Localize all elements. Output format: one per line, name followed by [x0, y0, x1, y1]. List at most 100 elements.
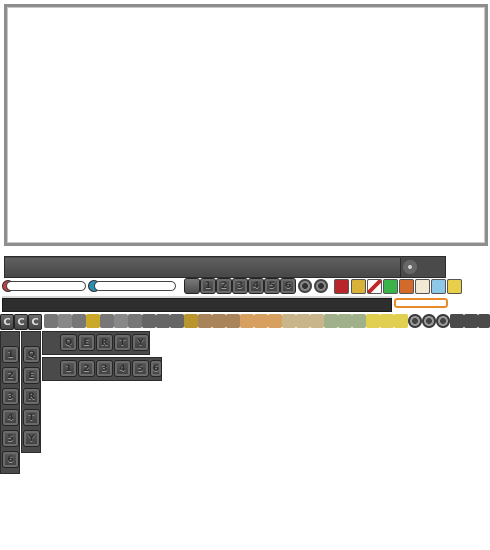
map-icon[interactable] [431, 279, 446, 294]
key-y[interactable]: Y [132, 334, 149, 351]
orange-gauge [394, 298, 448, 308]
c-button[interactable]: C [0, 314, 14, 330]
side-key-3[interactable]: 3 [2, 388, 19, 405]
toolbar-slot[interactable] [310, 258, 325, 277]
hotbar-number-row: 1 2 3 4 5 6 [184, 278, 330, 296]
toolbar-slot[interactable] [90, 258, 108, 277]
key-e[interactable]: E [78, 334, 95, 351]
hotbar-key-6[interactable]: 6 [280, 278, 296, 294]
key-6[interactable]: 6 [150, 360, 162, 377]
character-icon[interactable] [268, 314, 282, 328]
blank-slot[interactable] [478, 314, 490, 328]
hotbar-key[interactable] [184, 278, 200, 294]
trophy-icon[interactable] [72, 314, 86, 328]
gear-icon[interactable] [298, 279, 312, 293]
side-key-1[interactable]: 1 [2, 346, 19, 363]
toolbar-slot [394, 258, 401, 277]
side-key-6[interactable]: 6 [2, 451, 19, 468]
toolbar-slot[interactable] [380, 258, 395, 277]
hp-bar [6, 281, 86, 291]
hotbar-key-1[interactable]: 1 [200, 278, 216, 294]
toolbar-slot[interactable] [5, 258, 23, 277]
map-icon[interactable] [338, 314, 352, 328]
side-number-column: 1 2 3 4 5 6 [0, 331, 20, 474]
key-r[interactable]: R [96, 334, 113, 351]
toolbar-slot[interactable] [107, 258, 125, 277]
duck-icon[interactable] [394, 314, 408, 328]
key-1[interactable]: 1 [60, 360, 77, 377]
map-icon[interactable] [352, 314, 366, 328]
key-5[interactable]: 5 [132, 360, 149, 377]
bag-icon[interactable] [226, 314, 240, 328]
settings-gear-icon[interactable] [436, 314, 450, 328]
help-icon[interactable] [170, 314, 184, 328]
toolbar-panel [124, 258, 219, 277]
toolbar-slot[interactable] [22, 258, 40, 277]
fire-icon[interactable] [399, 279, 414, 294]
help-icon[interactable] [142, 314, 156, 328]
trophy-icon[interactable] [58, 314, 72, 328]
gear-icon[interactable] [314, 279, 328, 293]
side-key-t[interactable]: T [23, 409, 40, 426]
trophy-icon[interactable] [44, 314, 58, 328]
c-button[interactable]: C [14, 314, 28, 330]
toolbar-slot[interactable] [73, 258, 91, 277]
blank-slot[interactable] [464, 314, 478, 328]
side-key-2[interactable]: 2 [2, 367, 19, 384]
key-q[interactable]: Q [60, 334, 77, 351]
game-view-window [4, 4, 488, 246]
speaker-icon[interactable] [100, 314, 114, 328]
duck-icon[interactable] [366, 314, 380, 328]
hotbar-key-4[interactable]: 4 [248, 278, 264, 294]
key-2[interactable]: 2 [78, 360, 95, 377]
side-key-r[interactable]: R [23, 388, 40, 405]
character-icon[interactable] [254, 314, 268, 328]
gold-trophy-icon[interactable] [86, 314, 100, 328]
bag-icon[interactable] [198, 314, 212, 328]
blank-slot[interactable] [450, 314, 464, 328]
speaker-icon[interactable] [128, 314, 142, 328]
settings-gear-icon[interactable] [408, 314, 422, 328]
toolbar-slot[interactable] [366, 258, 381, 277]
mp-bar [94, 281, 176, 291]
help-icon[interactable] [156, 314, 170, 328]
shield-icon[interactable] [351, 279, 366, 294]
side-key-e[interactable]: E [23, 367, 40, 384]
bag-icon[interactable] [212, 314, 226, 328]
hotbar-key-5[interactable]: 5 [264, 278, 280, 294]
toolbar-slot[interactable] [352, 258, 367, 277]
settings-gear-icon[interactable] [422, 314, 436, 328]
side-key-4[interactable]: 4 [2, 409, 19, 426]
scroll-icon[interactable] [310, 314, 324, 328]
side-key-5[interactable]: 5 [2, 430, 19, 447]
speaker-icon[interactable] [114, 314, 128, 328]
party-icon[interactable] [403, 260, 417, 274]
duck-icon[interactable] [447, 279, 462, 294]
letter-key-panel: Q E R T Y [42, 331, 150, 355]
scroll-icon[interactable] [296, 314, 310, 328]
green-x-icon[interactable] [383, 279, 398, 294]
character-icon[interactable] [240, 314, 254, 328]
question-bubble-icon[interactable] [415, 279, 430, 294]
key-t[interactable]: T [114, 334, 131, 351]
toolbar-slot[interactable] [56, 258, 74, 277]
top-toolbar [4, 256, 446, 278]
map-icon[interactable] [324, 314, 338, 328]
key-3[interactable]: 3 [96, 360, 113, 377]
c-button[interactable]: C [28, 314, 42, 330]
toolbar-slot[interactable] [39, 258, 57, 277]
devil-icon[interactable] [334, 279, 349, 294]
side-key-q[interactable]: Q [23, 346, 40, 363]
red-potion-icon[interactable] [367, 279, 382, 294]
hotbar-key-2[interactable]: 2 [216, 278, 232, 294]
key-4[interactable]: 4 [114, 360, 131, 377]
side-key-y[interactable]: Y [23, 430, 40, 447]
side-letter-column: Q E R T Y [21, 331, 41, 453]
duck-icon[interactable] [380, 314, 394, 328]
scroll-icon[interactable] [282, 314, 296, 328]
coin-icon[interactable] [184, 314, 198, 328]
exp-bar [2, 298, 392, 312]
hotbar-key-3[interactable]: 3 [232, 278, 248, 294]
toolbar-slot[interactable] [324, 258, 339, 277]
toolbar-slot[interactable] [338, 258, 353, 277]
